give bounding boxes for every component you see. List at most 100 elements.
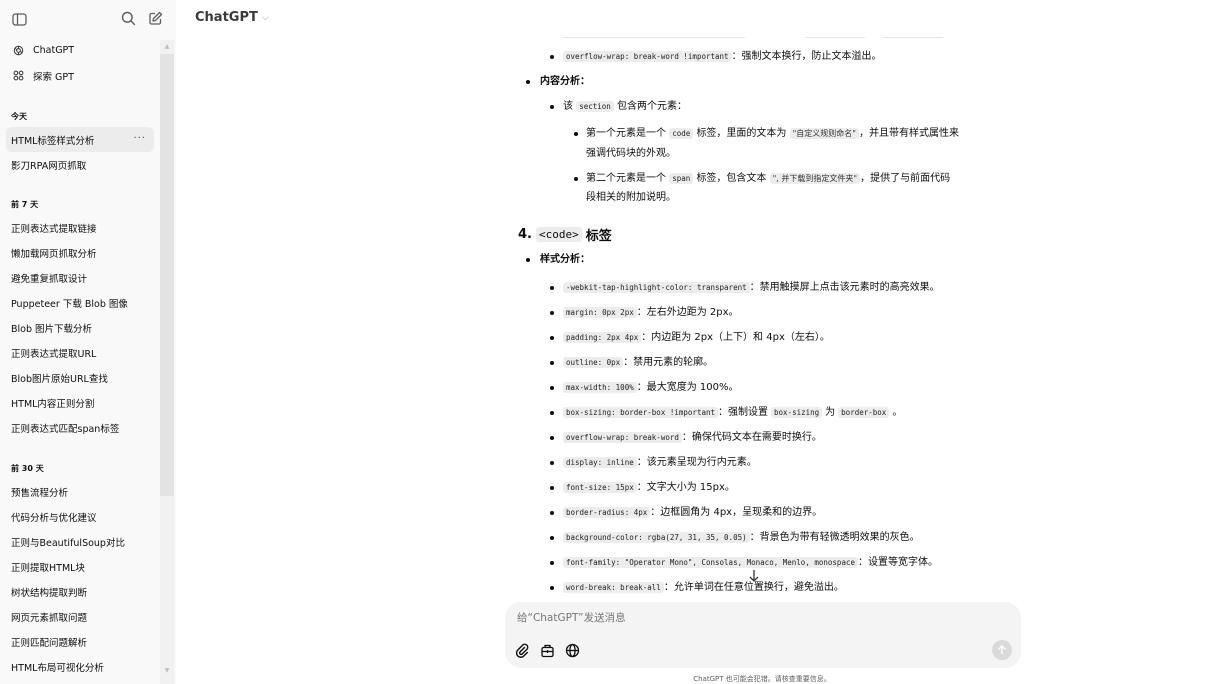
sidebar-item[interactable]: 代码分析与优化建议	[0, 504, 160, 529]
bullet	[550, 436, 554, 440]
list-item: margin: 0px 2px ：左右外边距为 2px。	[563, 306, 739, 320]
sidebar-item[interactable]: 正则表达式提取链接	[0, 215, 160, 240]
bullet	[550, 461, 554, 465]
list-item-text: ：文字大小为 15px。	[636, 482, 735, 493]
sidebar-toggle-icon[interactable]	[8, 8, 30, 30]
inline-code: font-size: 15px	[563, 482, 637, 493]
section-label: 内容分析：	[540, 76, 590, 87]
list-item-text: ：禁用触摸屏上点击该元素时的高亮效果。	[749, 282, 940, 293]
bullet	[574, 177, 578, 181]
list-item-text: ：允许单词在任意位置换行，避免溢出。	[663, 582, 844, 593]
sidebar-item-label: 正则表达式提取URL	[11, 348, 97, 360]
sidebar-item[interactable]: 正则与BeautifulSoup对比	[0, 529, 160, 554]
heading-number: 4.	[518, 227, 532, 242]
sidebar-item-label: Blob图片原始URL查找	[11, 373, 108, 385]
sidebar-item[interactable]: Puppeteer 下载 Blob 图像	[0, 290, 160, 315]
bullet	[526, 80, 530, 84]
sidebar-item[interactable]: 避免重复抓取设计	[0, 265, 160, 290]
openai-logo-icon	[11, 44, 25, 58]
bullet	[550, 486, 554, 490]
sidebar-item-active[interactable]: HTML标签样式分析 ···	[6, 127, 154, 152]
model-selector[interactable]: ChatGPT ⌵	[195, 10, 269, 25]
globe-icon[interactable]	[563, 641, 581, 659]
tools-icon[interactable]	[538, 641, 556, 659]
grid-icon	[11, 69, 25, 83]
more-options-icon[interactable]: ···	[133, 133, 146, 144]
list-item-text: 标签，里面的文本为	[696, 128, 787, 139]
bullet	[550, 536, 554, 540]
conversation-content: overflow-wrap: break-word !important ：强制文…	[505, 0, 1025, 600]
sidebar-item[interactable]: 预售流程分析	[0, 479, 160, 504]
sidebar-item-label: 懒加载网页抓取分析	[11, 248, 97, 260]
inline-code: -webkit-tap-highlight-color: transparent	[563, 282, 750, 293]
table-divider	[805, 37, 865, 38]
list-item-continuation: 强调代码块的外观。	[586, 148, 676, 159]
list-item-text: ：强制设置	[718, 407, 769, 418]
inline-code: border-radius: 4px	[563, 507, 651, 518]
inline-code: border-box	[838, 407, 890, 418]
sidebar-item[interactable]: 正则表达式提取URL	[0, 340, 160, 365]
sidebar-item-label: 正则表达式提取链接	[11, 223, 97, 235]
list-item-text: 。	[892, 407, 903, 418]
sidebar-item[interactable]: HTML内容正则分割	[0, 390, 160, 415]
sidebar-scrollbar-thumb[interactable]	[160, 54, 174, 496]
scroll-to-bottom-icon[interactable]	[748, 569, 760, 583]
list-item-text: ：内边距为 2px（上下）和 4px（左右）。	[641, 332, 830, 343]
sidebar-item[interactable]: 影刀RPA网页抓取	[0, 152, 160, 177]
list-item-continuation: 段相关的附加说明。	[586, 192, 676, 203]
sidebar-item[interactable]: 树状结构提取判断	[0, 579, 160, 604]
list-item: -webkit-tap-highlight-color: transparent…	[563, 281, 940, 295]
bullet	[550, 286, 554, 290]
new-chat-icon[interactable]	[144, 7, 166, 29]
list-item: overflow-wrap: break-word ：确保代码文本在需要时换行。	[563, 431, 822, 445]
sidebar-item-label: 预售流程分析	[11, 487, 69, 499]
send-button[interactable]	[992, 640, 1012, 660]
list-item-text: ：设置等宽字体。	[857, 557, 938, 568]
section-heading: 4. <code> 标签	[518, 225, 612, 244]
inline-code: display: inline	[563, 457, 637, 468]
list-item-text: ：最大宽度为 100%。	[636, 382, 739, 393]
bullet	[550, 511, 554, 515]
sidebar-item[interactable]: 懒加载网页抓取分析	[0, 240, 160, 265]
inline-code: "自定义规则命名"	[789, 128, 859, 139]
sidebar-item-chatgpt[interactable]: ChatGPT	[0, 38, 160, 63]
sidebar-item-label: 代码分析与优化建议	[11, 512, 97, 524]
bullet	[550, 386, 554, 390]
inline-code: word-break: break-all	[563, 582, 664, 593]
scroll-up-arrow-icon[interactable]: ▲	[163, 44, 171, 50]
sidebar-group-today: 今天 HTML标签样式分析 ··· 影刀RPA网页抓取	[0, 102, 160, 177]
inline-code: max-width: 100%	[563, 382, 637, 393]
bullet	[550, 105, 554, 109]
search-icon[interactable]	[117, 7, 139, 29]
sidebar-item[interactable]: 正则提取HTML块	[0, 554, 160, 579]
list-item: background-color: rgba(27, 31, 35, 0.05)…	[563, 531, 920, 545]
sidebar-item[interactable]: 正则表达式匹配span标签	[0, 415, 160, 440]
inline-code: section	[576, 101, 614, 112]
list-item-text: ：禁用元素的轮廓。	[623, 357, 714, 368]
sidebar-item-label: 正则表达式匹配span标签	[11, 423, 120, 435]
list-item-text: 标签，包含文本	[696, 173, 767, 184]
list-item-text: ，提供了与前面代码	[860, 173, 951, 184]
list-item-text: ：该元素呈现为行内元素。	[636, 457, 757, 468]
chevron-down-icon: ⌵	[261, 12, 269, 23]
list-item-text: ：边框圆角为 4px，呈现柔和的边界。	[650, 507, 823, 518]
sidebar-top-items: ChatGPT 探索 GPT	[0, 38, 160, 88]
sidebar-item[interactable]: Blob 图片下载分析	[0, 315, 160, 340]
sidebar-item-label: Puppeteer 下载 Blob 图像	[11, 298, 128, 310]
inline-code: padding: 2px 4px	[563, 332, 642, 343]
sidebar-item[interactable]: 网页元素抓取问题	[0, 604, 160, 629]
attach-icon[interactable]	[513, 641, 531, 659]
inline-code: outline: 0px	[563, 357, 624, 368]
message-input[interactable]	[517, 612, 897, 624]
sidebar-item-label: 正则与BeautifulSoup对比	[11, 537, 125, 549]
sidebar-item-label: HTML内容正则分割	[11, 398, 95, 410]
inline-code: overflow-wrap: break-word !important	[563, 51, 732, 62]
sidebar-item-label: HTML布局可视化分析	[11, 662, 104, 674]
sidebar-item-label: 正则匹配问题解析	[11, 637, 88, 649]
sidebar-item[interactable]: 正则匹配问题解析	[0, 629, 160, 654]
list-item: border-radius: 4px ：边框圆角为 4px，呈现柔和的边界。	[563, 506, 822, 520]
list-item: 第一个元素是一个 code 标签，里面的文本为 "自定义规则命名" ，并且带有样式…	[586, 127, 959, 141]
sidebar-item[interactable]: Blob图片原始URL查找	[0, 365, 160, 390]
sidebar-item-label: 树状结构提取判断	[11, 587, 88, 599]
sidebar-item-explore-gpt[interactable]: 探索 GPT	[0, 63, 160, 88]
